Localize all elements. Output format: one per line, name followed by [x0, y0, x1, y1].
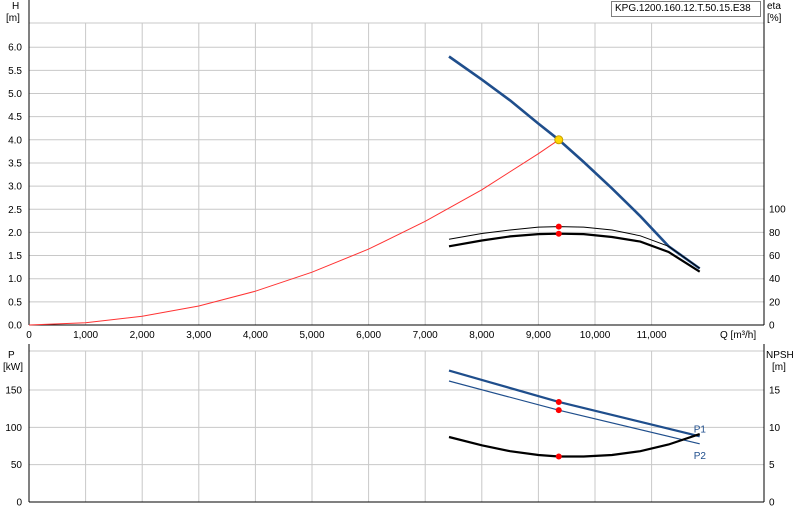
h-tick-label: 6.0 — [8, 43, 22, 54]
x-tick-label: 2,000 — [130, 330, 155, 341]
h-tick-label: 3.0 — [8, 182, 22, 193]
p-tick-label: 100 — [5, 423, 22, 434]
p-tick-label: 50 — [11, 460, 23, 471]
series-P1 — [448, 369, 700, 438]
p-axis-unit: [kW] — [3, 362, 23, 373]
lower-grid — [29, 350, 764, 502]
p-tick-label: 0 — [16, 498, 22, 509]
p-tick-label: 150 — [5, 385, 22, 396]
h-tick-label: 1.0 — [8, 274, 22, 285]
p-axis-name: P — [8, 350, 15, 361]
h-tick-label: 0.0 — [8, 321, 22, 332]
x-tick-label: 7,000 — [413, 330, 438, 341]
npsh-tick-label: 5 — [769, 460, 775, 471]
h-tick-label: 3.5 — [8, 158, 22, 169]
h-tick-label: 5.0 — [8, 89, 22, 100]
eta-tick-label: 60 — [769, 251, 781, 262]
q-axis-label: Q [m³/h] — [720, 330, 756, 341]
data-series: P1 P2 — [28, 55, 707, 462]
eta-tick-label: 0 — [769, 321, 775, 332]
tick-labels: 0 1,000 2,000 3,000 4,000 5,000 6,000 7,000 8,00… — [5, 43, 786, 509]
eta-tick-label: 40 — [769, 274, 781, 285]
model-label: KPG.1200.160.12.T.50.15.E38 — [615, 3, 751, 14]
series-label-P1: P1 — [694, 424, 707, 435]
x-tick-label: 1,000 — [73, 330, 98, 341]
h-tick-label: 4.5 — [8, 112, 22, 123]
series-npsh — [448, 433, 701, 458]
duty-point-marker — [555, 407, 562, 414]
h-tick-label: 0.5 — [8, 297, 22, 308]
h-tick-label: 4.0 — [8, 135, 22, 146]
h-tick-label: 2.0 — [8, 228, 22, 239]
x-tick-label: 5,000 — [299, 330, 324, 341]
x-tick-label: 0 — [26, 330, 32, 341]
npsh-axis-unit: [m] — [772, 362, 786, 373]
npsh-tick-label: 15 — [769, 385, 781, 396]
npsh-tick-label: 10 — [769, 423, 781, 434]
x-tick-label: 8,000 — [469, 330, 494, 341]
npsh-axis-name: NPSH — [766, 350, 794, 361]
x-tick-label: 4,000 — [243, 330, 268, 341]
h-tick-label: 5.5 — [8, 66, 22, 77]
duty-point-marker — [555, 398, 562, 405]
x-tick-label: 6,000 — [356, 330, 381, 341]
h-tick-label: 1.5 — [8, 251, 22, 262]
h-axis-unit: [m] — [6, 13, 20, 24]
x-tick-label: 3,000 — [186, 330, 211, 341]
eta-tick-label: 20 — [769, 297, 781, 308]
series-label-P2: P2 — [694, 451, 707, 462]
eta-tick-label: 100 — [769, 205, 786, 216]
duty-markers — [554, 135, 564, 460]
eta-tick-label: 80 — [769, 228, 781, 239]
eta-axis-name: eta — [767, 1, 781, 12]
upper-grid — [29, 22, 764, 325]
duty-point-marker — [555, 453, 562, 460]
x-tick-label: 11,000 — [637, 330, 667, 341]
eta-axis-unit: [%] — [767, 13, 782, 24]
duty-point-marker — [555, 230, 562, 237]
x-tick-label: 9,000 — [526, 330, 551, 341]
operating-point-marker — [554, 135, 564, 145]
npsh-tick-label: 0 — [769, 498, 775, 509]
pump-performance-chart: 0 1,000 2,000 3,000 4,000 5,000 6,000 7,000 8,00… — [3, 0, 794, 509]
h-axis-name: H — [12, 1, 19, 12]
model-label-box: KPG.1200.160.12.T.50.15.E38 — [611, 1, 761, 17]
h-tick-label: 2.5 — [8, 205, 22, 216]
plot-frames — [28, 0, 765, 503]
x-tick-label: 10,000 — [580, 330, 611, 341]
duty-point-marker — [555, 223, 562, 230]
